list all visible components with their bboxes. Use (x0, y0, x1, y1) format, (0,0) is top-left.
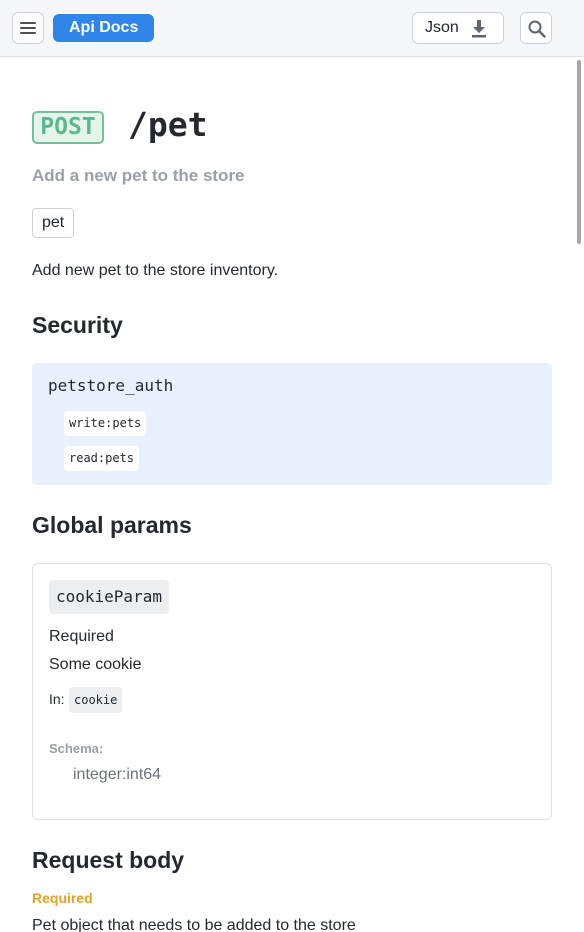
param-schema-value: integer:int64 (73, 766, 162, 783)
param-card: cookieParam Required Some cookie In: coo… (32, 563, 552, 820)
request-body-heading: Request body (32, 847, 185, 873)
operation-description: Add new pet to the store inventory. (32, 262, 279, 279)
top-bar: Api Docs Json (0, 0, 584, 57)
request-body-description: Pet object that needs to be added to the… (32, 917, 356, 932)
search-icon (528, 20, 546, 38)
security-scheme-name: petstore_auth (48, 376, 174, 395)
param-required-label: Required (49, 628, 114, 645)
search-button[interactable] (520, 12, 552, 44)
request-body-required-label: Required (32, 890, 93, 906)
param-schema-label: Schema: (49, 741, 104, 756)
api-docs-badge[interactable]: Api Docs (53, 14, 155, 42)
param-in-label: In: (49, 691, 65, 707)
security-heading: Security (32, 312, 123, 338)
json-download-button[interactable]: Json (412, 12, 504, 44)
menu-button[interactable] (12, 12, 44, 44)
menu-icon-bar (20, 32, 36, 34)
param-name: cookieParam (49, 580, 169, 614)
operation-summary: Add a new pet to the store (32, 166, 245, 185)
method-badge: POST (32, 111, 104, 144)
menu-icon-bar (20, 27, 36, 29)
download-icon (472, 20, 486, 38)
menu-icon-bar (20, 22, 36, 24)
security-box: petstore_auth write:pets read:pets (32, 363, 552, 485)
operation-tag[interactable]: pet (32, 208, 75, 238)
global-params-heading: Global params (32, 512, 192, 538)
scrollbar-thumb[interactable] (577, 60, 581, 244)
operation-path: /pet (128, 105, 208, 144)
security-scope: write:pets (64, 411, 147, 436)
security-scope: read:pets (64, 446, 140, 471)
param-description: Some cookie (49, 656, 142, 673)
json-button-label: Json (425, 19, 459, 36)
param-in-value: cookie (69, 687, 123, 713)
